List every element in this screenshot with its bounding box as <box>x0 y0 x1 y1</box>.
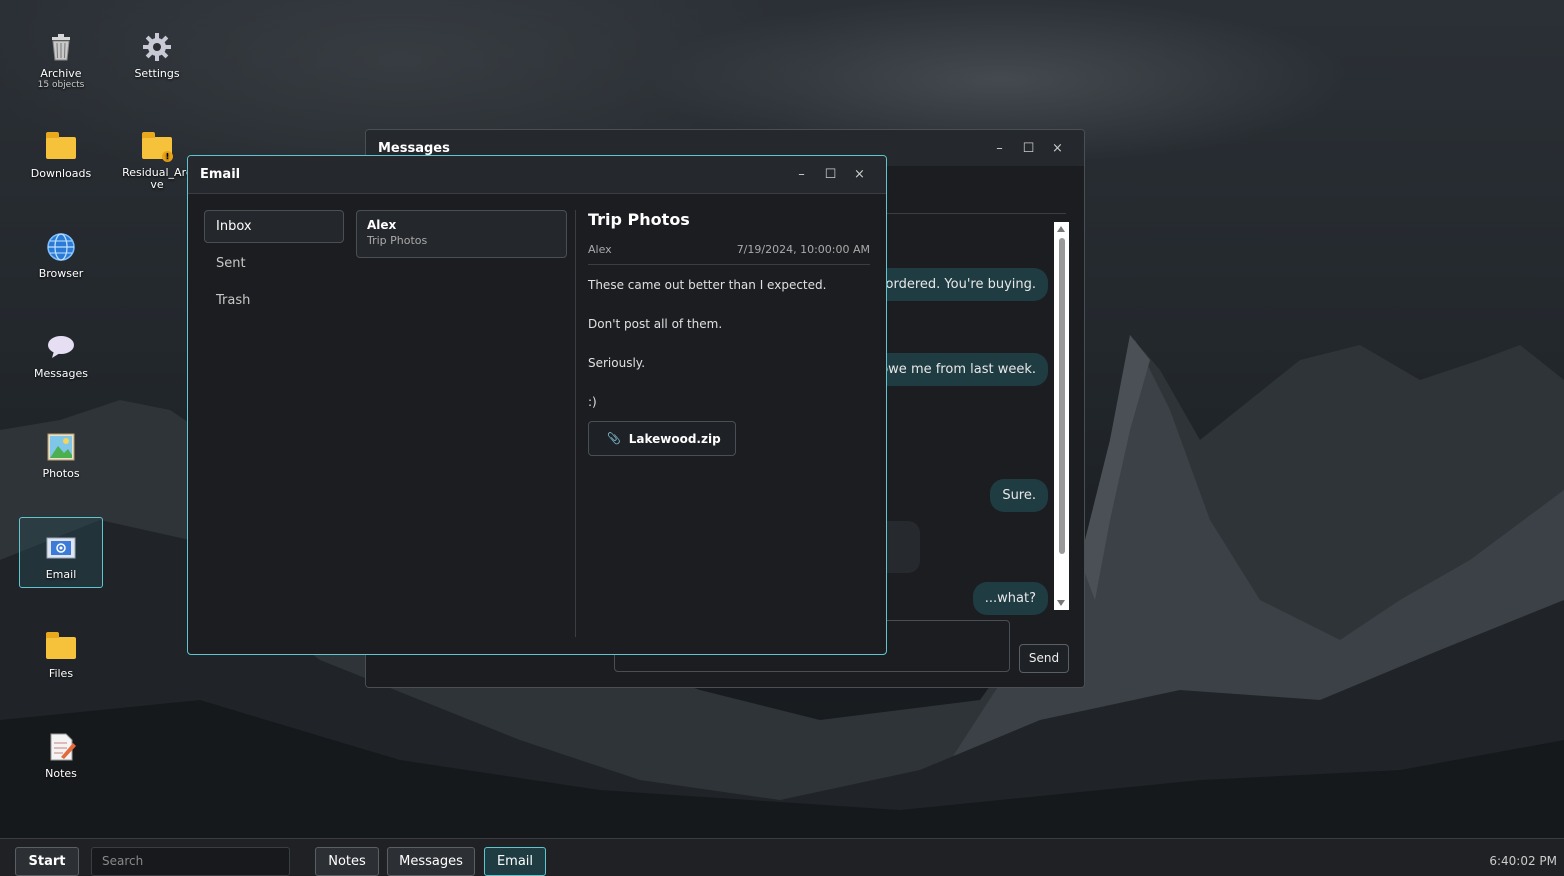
minimize-button[interactable]: – <box>787 167 816 182</box>
gear-icon <box>141 31 173 63</box>
globe-icon <box>45 231 77 263</box>
desktop-icon-label: Settings <box>134 67 180 80</box>
scroll-up-arrow-icon[interactable] <box>1057 226 1065 232</box>
reader-body-line: These came out better than I expected. <box>588 278 827 292</box>
maximize-button[interactable]: ☐ <box>1014 141 1043 156</box>
desktop-icon-settings[interactable]: Settings <box>115 31 199 80</box>
taskbar-app-messages[interactable]: Messages <box>387 847 475 876</box>
send-button[interactable]: Send <box>1019 644 1069 673</box>
taskbar-clock: 6:40:02 PM <box>1489 854 1557 868</box>
mail-reader: Trip Photos Alex 7/19/2024, 10:00:00 AM … <box>588 210 870 456</box>
reader-meta: Alex 7/19/2024, 10:00:00 AM <box>588 243 870 265</box>
mail-subject: Trip Photos <box>367 234 428 247</box>
desktop-icon-files[interactable]: Files <box>19 631 103 680</box>
reader-from: Alex <box>588 243 612 256</box>
chat-bubble-icon <box>45 331 77 363</box>
desktop-icon-browser[interactable]: Browser <box>19 231 103 280</box>
desktop-icon-label: Notes <box>45 767 77 780</box>
taskbar-app-notes[interactable]: Notes <box>315 847 379 876</box>
desktop-icon-downloads[interactable]: Downloads <box>19 131 103 180</box>
thread-header-divider <box>886 213 1066 214</box>
folder-inbox[interactable]: Inbox <box>204 210 344 243</box>
folder-icon <box>45 131 77 163</box>
folder-warning-icon: ! <box>141 131 173 163</box>
warning-badge-icon: ! <box>162 151 173 162</box>
reader-body-line: Don't post all of them. <box>588 317 723 331</box>
close-button[interactable]: × <box>845 167 874 182</box>
mail-list: Alex Trip Photos <box>356 210 567 258</box>
email-window[interactable]: Email – ☐ × Inbox Sent Trash Alex Trip P… <box>187 155 887 655</box>
minimize-button[interactable]: – <box>985 141 1014 156</box>
desktop-icon-label: Files <box>48 667 74 680</box>
desktop-icon-notes[interactable]: Notes <box>19 731 103 780</box>
paperclip-icon: 📎 <box>607 432 621 445</box>
reader-date: 7/19/2024, 10:00:00 AM <box>736 243 870 256</box>
desktop-icon-email[interactable]: Email <box>19 517 103 588</box>
desktop-icon-label: Browser <box>38 267 84 280</box>
scrollbar-thumb[interactable] <box>1059 238 1065 554</box>
email-body: Inbox Sent Trash Alex Trip Photos Trip P… <box>188 194 886 654</box>
desktop-icon-archive[interactable]: Archive 15 objects <box>19 31 103 90</box>
pane-divider <box>575 210 576 637</box>
window-title: Email <box>200 167 241 182</box>
attachment-name: Lakewood.zip <box>628 431 721 446</box>
folder-icon <box>45 631 77 663</box>
email-icon <box>45 532 77 564</box>
taskbar-app-email[interactable]: Email <box>484 847 546 876</box>
mail-list-item[interactable]: Alex Trip Photos <box>356 210 567 258</box>
desktop-icon-label: Downloads <box>30 167 92 180</box>
message-bubble-outgoing: Sure. <box>990 479 1048 512</box>
taskbar-search-input[interactable]: Search <box>91 847 290 876</box>
reader-subject: Trip Photos <box>588 210 690 229</box>
desktop-icon-label: Photos <box>42 467 80 480</box>
folder-sent[interactable]: Sent <box>204 247 344 280</box>
thread-scrollbar[interactable] <box>1054 222 1069 610</box>
notes-icon <box>45 731 77 763</box>
reader-body-line: Seriously. <box>588 356 646 370</box>
reader-body-line: :) <box>588 395 597 409</box>
trash-bin-icon <box>45 31 77 63</box>
message-bubble-outgoing: ...what? <box>972 582 1048 615</box>
folder-list: Inbox Sent Trash <box>204 210 344 321</box>
mail-sender: Alex <box>367 218 397 232</box>
start-button[interactable]: Start <box>15 847 79 876</box>
taskbar: Start Search Notes Messages Email 6:40:0… <box>0 838 1564 876</box>
desktop-icon-sublabel: 15 objects <box>37 80 85 90</box>
desktop-icon-messages[interactable]: Messages <box>19 331 103 380</box>
attachment-button[interactable]: 📎 Lakewood.zip <box>588 421 736 456</box>
desktop-icon-label: Email <box>45 568 77 581</box>
desktop-icon-photos[interactable]: Photos <box>19 431 103 480</box>
desktop-icon-label: Messages <box>34 367 88 380</box>
window-title: Messages <box>378 140 450 156</box>
scroll-down-arrow-icon[interactable] <box>1057 600 1065 606</box>
desktop-icon-label: Archive <box>40 67 82 80</box>
maximize-button[interactable]: ☐ <box>816 167 845 182</box>
email-titlebar[interactable]: Email – ☐ × <box>188 156 886 194</box>
folder-trash[interactable]: Trash <box>204 284 344 317</box>
photo-icon <box>45 431 77 463</box>
close-button[interactable]: × <box>1043 141 1072 156</box>
